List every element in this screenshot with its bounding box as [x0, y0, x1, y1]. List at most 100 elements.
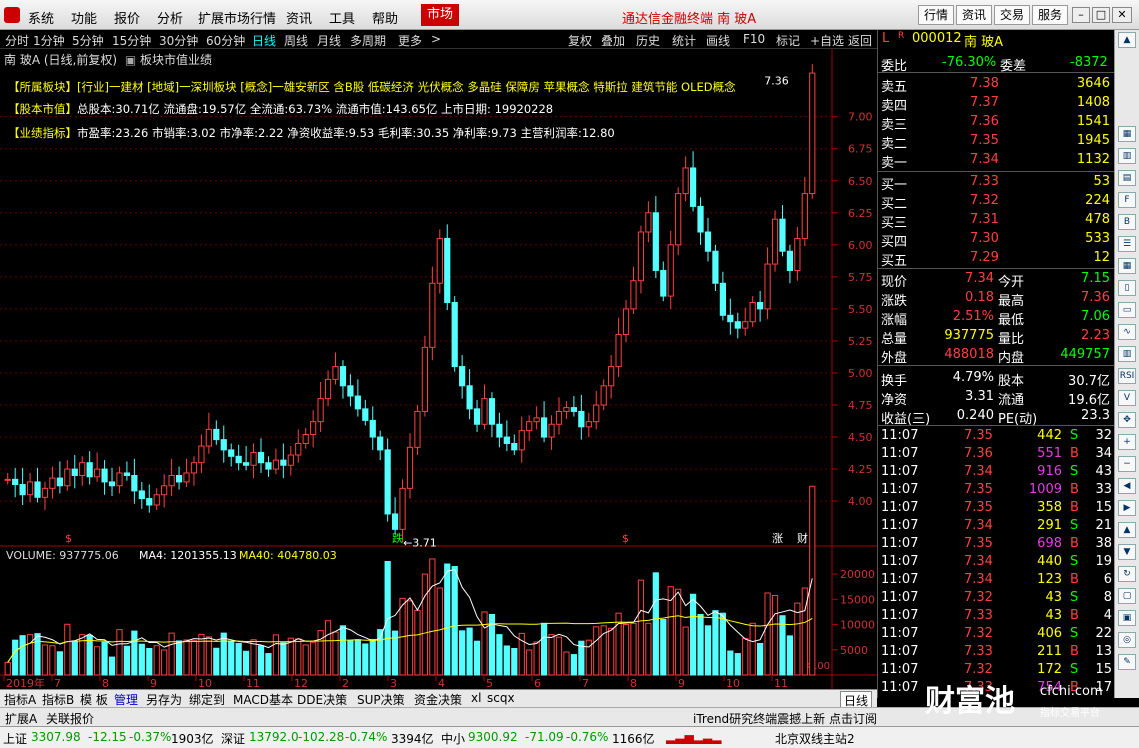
tab-scqx[interactable]: scqx	[487, 691, 515, 705]
tool-history[interactable]: 历史	[636, 32, 660, 49]
toolbar-box-icon[interactable]: ▢	[1118, 588, 1136, 604]
maximize-icon[interactable]: □	[1092, 7, 1110, 23]
period-30min[interactable]: 30分钟	[159, 32, 198, 49]
tab-save-as[interactable]: 另存为	[146, 691, 182, 708]
tab-extension-a[interactable]: 扩展A	[5, 710, 37, 727]
tick-row: 11:07 7.34 291 S 21	[878, 517, 1114, 536]
tab-xl[interactable]: xl	[471, 691, 481, 705]
toolbar-up2-icon[interactable]: ▲	[1118, 522, 1136, 538]
toolbar-box2-icon[interactable]: ▣	[1118, 610, 1136, 626]
tool-back[interactable]: 返回	[848, 32, 872, 49]
tool-statistics[interactable]: 统计	[672, 32, 696, 49]
quote-button[interactable]: 行情	[918, 5, 954, 25]
tab-macd[interactable]: MACD基本	[233, 691, 293, 708]
period-weekly[interactable]: 周线	[284, 32, 308, 49]
tab-indicator-b[interactable]: 指标B	[42, 691, 74, 708]
menu-function[interactable]: 功能	[71, 8, 97, 27]
toolbar-pin-icon[interactable]: ✎	[1118, 654, 1136, 670]
zx-label[interactable]: 中小	[441, 730, 465, 747]
toolbar-bars-icon[interactable]: ▤	[1118, 170, 1136, 186]
checkbox-icon[interactable]: ▣	[125, 53, 136, 67]
toolbar-f-icon[interactable]: F	[1118, 192, 1136, 208]
menu-tools[interactable]: 工具	[329, 8, 355, 27]
toolbar-move-icon[interactable]: ✥	[1118, 412, 1136, 428]
chart-sector-tab[interactable]: 板块市值业绩	[140, 53, 212, 67]
menu-quote[interactable]: 报价	[114, 8, 140, 27]
period-1min[interactable]: 1分钟	[33, 32, 65, 49]
menu-news[interactable]: 资讯	[286, 8, 312, 27]
market-button[interactable]: 市场	[421, 4, 459, 26]
service-button[interactable]: 服务	[1032, 5, 1068, 25]
tab-fund[interactable]: 资金决策	[414, 691, 462, 708]
tab-indicator-a[interactable]: 指标A	[4, 691, 36, 708]
menu-system[interactable]: 系统	[28, 8, 54, 27]
minimize-icon[interactable]: –	[1072, 7, 1090, 23]
news-ticker[interactable]: iTrend研究终端震撼上新 点击订阅	[693, 710, 877, 727]
period-more[interactable]: 更多	[398, 32, 422, 49]
sh-label[interactable]: 上证	[3, 730, 27, 747]
tick-time: 11:07	[881, 590, 919, 605]
buy-row[interactable]: 买三 7.31 478	[878, 211, 1114, 231]
buy-row[interactable]: 买四 7.30 533	[878, 230, 1114, 250]
kline-chart[interactable]: 4.00 4.25 4.50 4.75 5.00 5.25 5.50 5.75 6.00 6.25…	[0, 49, 877, 689]
toolbar-table-icon[interactable]: ▦	[1118, 258, 1136, 274]
tool-mark[interactable]: 标记	[776, 32, 800, 49]
toolbar-v-icon[interactable]: V	[1118, 390, 1136, 406]
menu-extended-market[interactable]: 扩展市场行情	[198, 8, 276, 27]
toolbar-chart-icon[interactable]: ▥	[1118, 148, 1136, 164]
toolbar-line-icon[interactable]: ∿	[1118, 324, 1136, 340]
toolbar-doc-icon[interactable]: ▯	[1118, 280, 1136, 296]
tab-sup[interactable]: SUP决策	[357, 691, 405, 708]
toolbar-down-icon[interactable]: ▼	[1118, 544, 1136, 560]
tool-overlay[interactable]: 叠加	[601, 32, 625, 49]
chevron-right-icon[interactable]: >	[431, 32, 441, 46]
info-button[interactable]: 资讯	[956, 5, 992, 25]
toolbar-zoom-in-icon[interactable]: +	[1118, 434, 1136, 450]
toolbar-news-icon[interactable]: ▭	[1118, 302, 1136, 318]
menu-analysis[interactable]: 分析	[157, 8, 183, 27]
tool-add-favorite[interactable]: +自选	[810, 32, 844, 49]
sell-row[interactable]: 卖一 7.34 1132	[878, 151, 1114, 171]
toolbar-dot-icon[interactable]: ◎	[1118, 632, 1136, 648]
period-daily[interactable]: 日线	[252, 32, 276, 49]
period-5min[interactable]: 5分钟	[72, 32, 104, 49]
buy-row[interactable]: 买二 7.32 224	[878, 192, 1114, 212]
tab-manage[interactable]: 管理	[114, 691, 138, 708]
tool-restore-rights[interactable]: 复权	[568, 32, 592, 49]
tab-dde[interactable]: DDE决策	[297, 691, 347, 708]
close-icon[interactable]: ✕	[1112, 7, 1132, 23]
sell-row[interactable]: 卖二 7.35 1945	[878, 132, 1114, 152]
toolbar-list-icon[interactable]: ☰	[1118, 236, 1136, 252]
toolbar-rsi-icon[interactable]: RSI	[1118, 368, 1136, 384]
toolbar-b-icon[interactable]: B	[1118, 214, 1136, 230]
sell-row[interactable]: 卖四 7.37 1408	[878, 94, 1114, 114]
toolbar-right-icon[interactable]: ▶	[1118, 500, 1136, 516]
server-name[interactable]: 北京双线主站2	[775, 730, 855, 747]
buy-row[interactable]: 买一 7.33 53	[878, 173, 1114, 193]
volume-bar	[757, 642, 764, 676]
period-intraday[interactable]: 分时	[5, 32, 29, 49]
buy-row[interactable]: 买五 7.29 12	[878, 249, 1114, 269]
sell-row[interactable]: 卖三 7.36 1541	[878, 113, 1114, 133]
toolbar-zoom-out-icon[interactable]: −	[1118, 456, 1136, 472]
toolbar-stat-icon[interactable]: ▥	[1118, 346, 1136, 362]
toolbar-left-icon[interactable]: ◀	[1118, 478, 1136, 494]
toolbar-refresh-icon[interactable]: ↻	[1118, 566, 1136, 582]
stat-label: 量比	[998, 332, 1025, 347]
tab-bind-to[interactable]: 绑定到	[189, 691, 225, 708]
period-60min[interactable]: 60分钟	[206, 32, 245, 49]
period-monthly[interactable]: 月线	[317, 32, 341, 49]
toolbar-up-icon[interactable]: ▲	[1118, 32, 1136, 48]
tab-template[interactable]: 模 板	[80, 691, 108, 708]
sz-label[interactable]: 深证	[221, 730, 245, 747]
event-marker: $	[65, 532, 72, 545]
toolbar-grid-icon[interactable]: ▦	[1118, 126, 1136, 142]
trade-button[interactable]: 交易	[994, 5, 1030, 25]
tab-related-quote[interactable]: 关联报价	[46, 710, 94, 727]
tool-f10[interactable]: F10	[743, 32, 765, 46]
menu-help[interactable]: 帮助	[372, 8, 398, 27]
period-multi[interactable]: 多周期	[350, 32, 386, 49]
period-15min[interactable]: 15分钟	[112, 32, 151, 49]
sell-row[interactable]: 卖五 7.38 3646	[878, 75, 1114, 95]
tool-draw[interactable]: 画线	[706, 32, 730, 49]
